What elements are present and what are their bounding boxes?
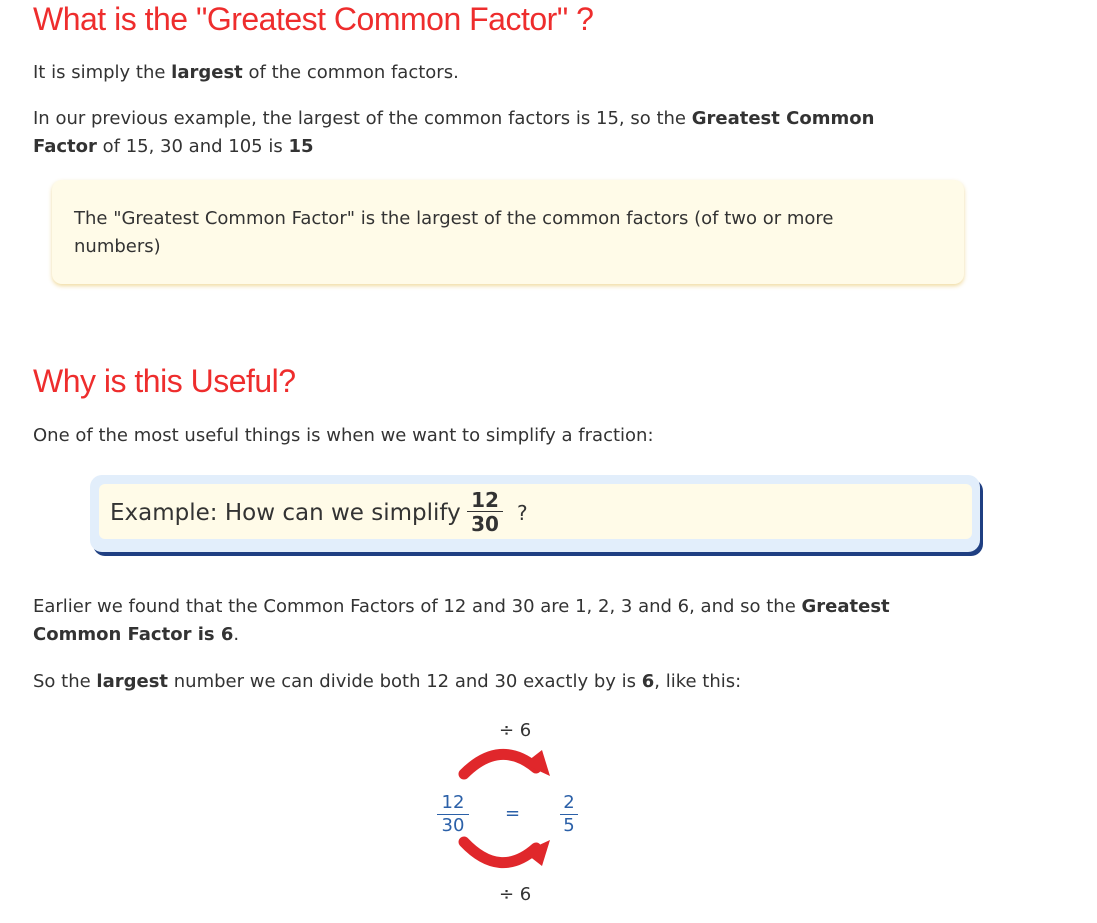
heading-why-useful: Why is this Useful? [33,363,296,399]
paragraph-common-factors: Earlier we found that the Common Factors… [33,593,890,649]
paragraph-divide: So the largest number we can divide both… [33,668,741,696]
top-divide-label: ÷ 6 [499,720,532,741]
fraction-12-30: 12 30 [437,792,469,837]
definition-text: The "Greatest Common Factor" is the larg… [74,205,834,261]
text: It is simply the [33,62,172,83]
text: Earlier we found that the Common Factors… [33,596,802,617]
equals-sign: = [505,803,521,824]
bold-text: largest [96,671,169,692]
text: So the [33,671,97,692]
question-mark: ? [517,501,528,525]
bold-text: Greatest [801,596,890,617]
bold-text: 15 [288,136,314,157]
example-box: Example: How can we simplify 12 30 ? [90,475,980,552]
bold-text: 6 [641,671,655,692]
text: In our previous example, the largest of … [33,108,692,129]
paragraph-previous-example: In our previous example, the largest of … [33,105,874,161]
text: of 15, 30 and 105 is [96,136,289,157]
bold-text: largest [171,62,243,83]
top-arc-arrow-icon [458,749,550,780]
numerator: 12 [437,792,469,815]
text: . [233,624,240,645]
bold-text: Greatest Common [691,108,875,129]
definition-line: The "Greatest Common Factor" is the larg… [74,208,834,229]
denominator: 30 [441,815,465,836]
numerator: 12 [467,489,503,512]
example-inner: Example: How can we simplify 12 30 ? [99,484,972,539]
paragraph-definition-intro: It is simply the largest of the common f… [33,59,459,87]
paragraph-intro: One of the most useful things is when we… [33,425,654,446]
text: , like this: [654,671,742,692]
example-fraction: 12 30 [467,489,503,536]
bold-text: Factor [33,136,97,157]
heading-greatest-common-factor: What is the "Greatest Common Factor" ? [33,1,594,37]
example-text: Example: How can we simplify [110,500,461,526]
numerator: 2 [560,792,578,815]
fraction-2-5: 2 5 [560,792,578,837]
text: number we can divide both 12 and 30 exac… [168,671,642,692]
denominator: 30 [471,512,499,536]
bottom-divide-label: ÷ 6 [499,884,532,905]
denominator: 5 [563,815,575,836]
bottom-arc-arrow-icon [458,836,550,868]
text: of the common factors. [242,62,459,83]
definition-line: numbers) [74,236,161,257]
definition-box: The "Greatest Common Factor" is the larg… [52,180,964,284]
bold-text: Common Factor is 6 [33,624,234,645]
